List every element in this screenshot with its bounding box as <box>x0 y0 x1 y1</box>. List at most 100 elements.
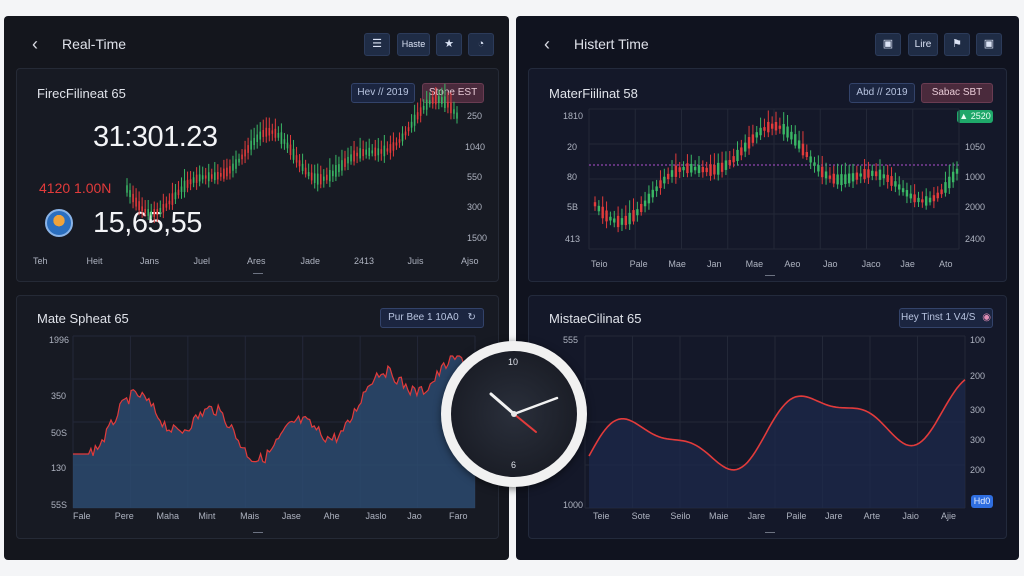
candle <box>295 155 298 163</box>
candle <box>605 210 608 222</box>
candle <box>365 149 367 155</box>
candle <box>362 149 364 157</box>
candle <box>778 125 782 129</box>
x-axis-label: Ahe <box>323 511 340 521</box>
candle <box>431 97 434 104</box>
candle <box>836 174 839 185</box>
y-axis-label-right: 200 <box>970 465 986 475</box>
candle <box>292 148 295 160</box>
x-axis-label: Jae <box>900 259 915 269</box>
candle <box>410 121 413 128</box>
candle <box>444 96 446 109</box>
candle <box>217 171 219 180</box>
candle <box>280 132 283 144</box>
candle <box>828 175 832 179</box>
candle <box>782 124 785 135</box>
x-axis-label: Pale <box>629 259 648 269</box>
pie-button[interactable]: ◔ <box>468 33 494 56</box>
candle <box>201 175 204 180</box>
candle <box>682 167 685 171</box>
clock-face: 10 6 <box>451 351 577 477</box>
realtime-panel: ‹ Real-Time ☰ Haste ★ ◔ FirecFilineat 65… <box>4 16 509 560</box>
candle <box>332 170 334 177</box>
candle <box>265 127 268 137</box>
x-axis-label: Jaio <box>902 511 919 521</box>
scroll-indicator[interactable] <box>253 532 263 533</box>
candle <box>319 174 322 185</box>
candle <box>153 209 156 217</box>
x-axis-label: Ares <box>247 256 266 266</box>
candle <box>259 131 262 140</box>
haste-button[interactable]: Haste <box>397 33 430 56</box>
candle <box>310 172 313 181</box>
candle <box>126 185 128 193</box>
back-button[interactable]: ‹ <box>32 34 38 55</box>
x-axis-label: Arte <box>863 511 881 521</box>
candle <box>705 167 708 173</box>
candle <box>207 172 210 182</box>
candle <box>655 186 658 192</box>
shield-icon: ⚑ <box>952 38 962 50</box>
x-axis-label: Jaslo <box>365 511 387 521</box>
candle <box>428 100 431 105</box>
x-axis-label: Jao <box>407 511 422 521</box>
second-hand <box>513 413 537 433</box>
candle <box>450 102 452 114</box>
candle <box>832 173 835 184</box>
candle <box>401 133 404 142</box>
shield-button[interactable]: ⚑ <box>944 33 970 56</box>
grid-icon: ▣ <box>882 38 894 50</box>
candle <box>422 105 425 110</box>
box-button[interactable]: ▣ <box>976 33 1002 56</box>
x-axis-label: Jan <box>707 259 722 269</box>
candle <box>732 156 735 163</box>
candle <box>147 209 149 216</box>
action-button[interactable]: Hd0 <box>971 495 993 508</box>
candle <box>867 169 870 178</box>
x-axis-label: Faro <box>449 511 468 521</box>
candle <box>717 162 720 175</box>
candle <box>277 132 280 138</box>
scroll-indicator[interactable] <box>765 275 775 276</box>
candle <box>241 154 243 160</box>
candle <box>859 173 862 177</box>
candle <box>350 154 352 162</box>
x-axis-label: Jare <box>825 511 843 521</box>
realtime-candle-chart <box>126 83 458 224</box>
candle <box>805 152 809 158</box>
candle <box>921 199 924 203</box>
candle <box>326 174 328 181</box>
candle <box>940 189 943 195</box>
page-title: Histert Time <box>574 36 649 52</box>
back-button[interactable]: ‹ <box>544 34 550 55</box>
y-axis-label-right: 1000 <box>965 172 986 182</box>
candle <box>168 200 171 205</box>
candle <box>809 156 812 163</box>
star-button[interactable]: ★ <box>436 33 462 56</box>
scroll-indicator[interactable] <box>253 273 263 274</box>
x-axis-label: Maha <box>156 511 180 521</box>
candle <box>909 193 912 199</box>
candle <box>747 137 751 149</box>
clock-widget: 10 6 <box>441 341 587 487</box>
candle <box>301 163 304 171</box>
menu-button[interactable]: ☰ <box>364 33 390 56</box>
y-axis-label-right: 300 <box>970 405 986 415</box>
x-axis-label: Heit <box>86 256 103 266</box>
candle <box>150 210 153 216</box>
candle <box>198 174 201 182</box>
grid-button[interactable]: ▣ <box>875 33 901 56</box>
x-axis-label: Sote <box>631 511 651 521</box>
candle <box>932 195 936 202</box>
candle <box>229 166 231 174</box>
candle <box>693 166 697 171</box>
history-panel: ‹ Histert Time ▣ Lire ⚑ ▣ MaterFiilinat … <box>516 16 1019 560</box>
candle <box>666 173 670 180</box>
scroll-indicator[interactable] <box>765 532 775 533</box>
candle <box>686 163 689 174</box>
x-axis-label: Jade <box>300 256 321 266</box>
live-button[interactable]: Lire <box>908 33 938 56</box>
candle <box>944 182 947 193</box>
candle <box>380 149 383 154</box>
candle <box>763 127 766 131</box>
